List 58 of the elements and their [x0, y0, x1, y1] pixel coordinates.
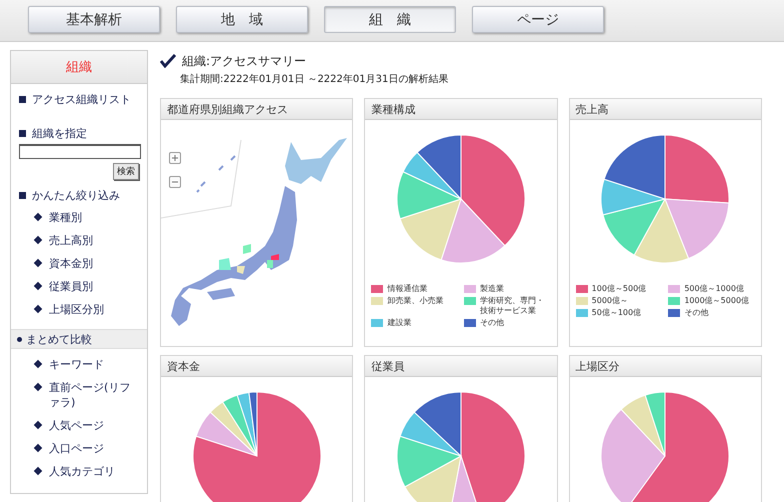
sidebar-title: 組織 — [11, 51, 147, 84]
panel-title: 売上高 — [570, 99, 761, 120]
legend-label: 50億～100億 — [592, 308, 642, 318]
section-label: かんたん絞り込み — [32, 188, 120, 202]
nav-tab[interactable]: 基本解析 — [28, 6, 160, 33]
diamond-bullet-icon — [34, 282, 42, 290]
sidebar-link[interactable]: 資本金別 — [49, 256, 93, 271]
legend-label: 製造業 — [480, 284, 504, 294]
legend-label: 学術研究、専門・技術サービス業 — [480, 296, 545, 316]
organization-input-field[interactable] — [19, 144, 141, 159]
diamond-bullet-icon — [34, 444, 42, 452]
sidebar-link[interactable]: 売上高別 — [49, 233, 93, 248]
panel-title: 業種構成 — [365, 99, 557, 120]
diamond-bullet-icon — [34, 466, 42, 476]
diamond-bullet-icon — [34, 360, 42, 368]
legend-label: 建設業 — [387, 318, 412, 328]
legend-label: 500億～1000億 — [684, 284, 744, 294]
diamond-bullet-icon — [34, 212, 42, 222]
square-bullet-icon — [19, 96, 26, 102]
legend-label: 卸売業、小売業 — [387, 296, 444, 306]
zoom-in-button[interactable] — [169, 152, 181, 164]
panel-title: 従業員 — [365, 356, 557, 377]
summary-title: 組織:アクセスサマリー — [182, 52, 306, 70]
legend-label: 100億～500億 — [592, 284, 646, 294]
sidebar-link[interactable]: キーワード — [49, 357, 104, 372]
sidebar-link[interactable]: 直前ページ(リファラ) — [49, 380, 139, 410]
square-bullet-icon — [19, 192, 26, 198]
sidebar-link[interactable]: 業種別 — [49, 210, 82, 225]
diamond-bullet-icon — [34, 258, 42, 268]
diamond-bullet-icon — [34, 236, 42, 244]
legend-label: その他 — [480, 318, 504, 328]
period-text: 集計期間:2222年01月01日 ～2222年01月31日の解析結果 — [179, 72, 450, 87]
search-button[interactable]: 検索 — [113, 163, 139, 180]
sidebar-link[interactable]: 従業員別 — [49, 279, 93, 294]
legend-label: 情報通信業 — [387, 284, 428, 294]
nav-tab[interactable]: 地 域 — [176, 6, 308, 33]
sidebar-link[interactable]: 人気カテゴリ — [49, 464, 115, 479]
diamond-bullet-icon — [34, 304, 42, 314]
panel-title: 資本金 — [161, 356, 352, 377]
legend-label: 1000億～5000億 — [684, 296, 750, 306]
sidebar-link[interactable]: 上場区分別 — [49, 302, 104, 317]
plus-icon — [171, 154, 179, 162]
sidebar-link[interactable]: 人気ページ — [49, 418, 104, 433]
dot-bullet-icon — [17, 336, 22, 342]
diamond-bullet-icon — [34, 382, 42, 392]
legend-label: 5000億～ — [592, 296, 628, 306]
diamond-bullet-icon — [34, 420, 42, 430]
nav-tab[interactable]: ページ — [472, 6, 604, 33]
zoom-out-button[interactable] — [169, 176, 181, 188]
square-bullet-icon — [19, 130, 26, 136]
section-label: 組織を指定 — [32, 126, 87, 140]
legend-label: その他 — [684, 308, 708, 318]
panel-title: 上場区分 — [570, 356, 761, 377]
section-label: まとめて比較 — [26, 332, 92, 346]
access-list-link[interactable]: アクセス組織リスト — [32, 92, 131, 106]
sidebar-link[interactable]: 入口ページ — [49, 441, 104, 456]
panel-title: 都道府県別組織アクセス — [161, 99, 352, 120]
nav-tab[interactable]: 組 織 — [324, 6, 456, 33]
